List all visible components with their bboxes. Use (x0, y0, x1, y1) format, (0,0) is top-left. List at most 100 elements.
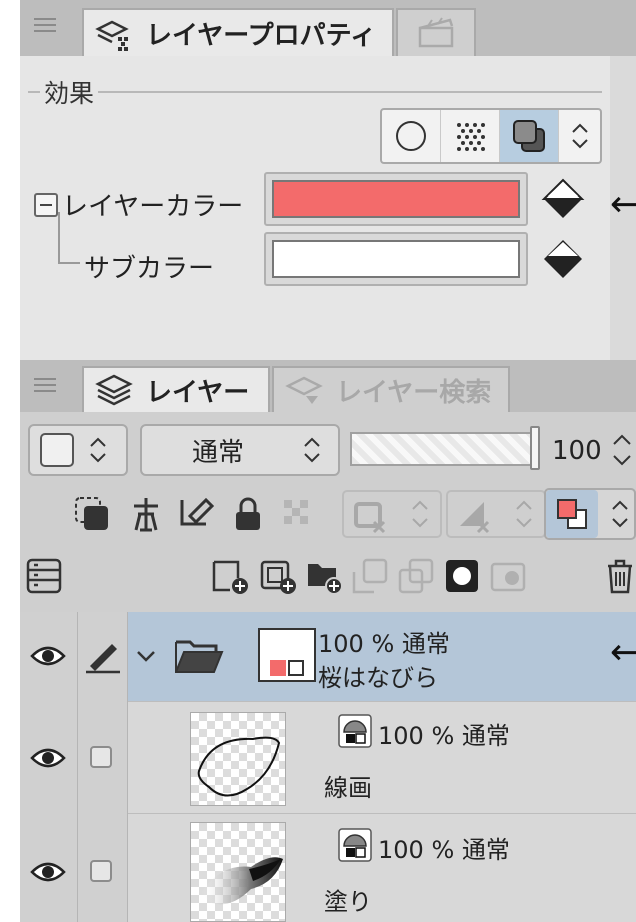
mask-enable-dropdown[interactable] (342, 490, 442, 538)
ruler-icon (460, 502, 490, 534)
lock-transparent-icon[interactable] (278, 494, 318, 534)
layer-blend-info: 100 % 通常 (378, 836, 510, 864)
layers-icon (95, 374, 133, 406)
expression-color-dropdown[interactable] (28, 424, 128, 476)
visibility-column (20, 702, 78, 814)
tab-layer-property-label: レイヤープロパティ (146, 20, 377, 51)
mask-icon (354, 502, 386, 534)
square-icon (40, 433, 74, 467)
edit-target-column (78, 814, 128, 922)
layer-search-icon (285, 376, 323, 404)
visibility-column (20, 612, 78, 702)
layer-tabbar: レイヤー レイヤー検索 (20, 360, 636, 412)
eye-icon[interactable] (30, 858, 66, 886)
layer-blend-info: 100 % 通常 (318, 630, 450, 658)
fill-bucket-icon[interactable] (540, 176, 586, 222)
sub-color-label: サブカラー (84, 254, 215, 284)
opacity-slider-track[interactable] (350, 432, 540, 466)
sub-color-swatch[interactable] (272, 240, 520, 278)
edit-target-column (78, 702, 128, 814)
tab-layer[interactable]: レイヤー (82, 366, 270, 412)
raster-layer-icon (338, 714, 372, 748)
layer-list-icon[interactable] (24, 556, 64, 596)
panel-menu-icon[interactable] (34, 374, 56, 396)
layer-color-toggle[interactable] (544, 488, 636, 540)
layer-color-swatch[interactable] (272, 180, 520, 218)
eye-icon[interactable] (30, 744, 66, 772)
ruler-enable-dropdown[interactable] (446, 490, 546, 538)
tab-layer-property[interactable]: レイヤープロパティ (82, 8, 394, 56)
layer-row-line-art[interactable]: 100 % 通常 線画 (20, 702, 636, 814)
merge-down-icon[interactable] (396, 556, 436, 596)
sub-color-chip (288, 660, 304, 676)
draft-layer-icon[interactable] (176, 494, 216, 534)
pencil-icon[interactable] (84, 638, 122, 674)
clip-to-layer-below-icon[interactable] (72, 494, 112, 534)
layer-color-effect-icon (513, 120, 546, 152)
panel-menu-icon[interactable] (34, 14, 56, 36)
new-folder-icon[interactable] (304, 556, 344, 596)
opacity-value[interactable]: 100 (552, 436, 602, 466)
eye-icon[interactable] (30, 642, 66, 670)
layer-color-label: レイヤーカラー (62, 192, 244, 222)
effect-more-button[interactable] (559, 110, 600, 162)
layer-blend-info: 100 % 通常 (378, 722, 510, 750)
up-down-chevron-icon (516, 500, 532, 528)
effect-section-title: 効果 (40, 74, 99, 110)
new-vector-layer-icon[interactable] (258, 556, 298, 596)
create-mask-icon[interactable] (442, 556, 482, 596)
annotation-arrow: ← (610, 184, 636, 225)
annotation-arrow: ← (610, 632, 636, 673)
folder-thumbnail (258, 628, 316, 682)
reference-layer-icon[interactable] (126, 494, 166, 534)
up-down-chevron-icon (90, 437, 106, 463)
layer-property-icon (95, 20, 129, 51)
opacity-stepper[interactable] (610, 428, 634, 472)
raster-layer-icon (338, 828, 372, 862)
sub-color-row: サブカラー (84, 248, 214, 285)
edit-target-column (78, 612, 128, 702)
transfer-to-lower-icon[interactable] (350, 556, 390, 596)
visibility-column (20, 814, 78, 922)
effect-none-button[interactable] (382, 110, 442, 162)
opacity-slider-handle[interactable] (530, 426, 540, 470)
chevron-down-icon[interactable] (134, 642, 158, 670)
up-down-chevron-icon (612, 500, 628, 528)
trash-icon[interactable] (600, 556, 636, 596)
layer-color-chip (270, 660, 286, 676)
halftone-icon (457, 123, 486, 151)
new-raster-layer-icon[interactable] (210, 556, 250, 596)
layer-color-swatch-frame[interactable] (264, 172, 528, 226)
up-down-chevron-icon (571, 123, 588, 149)
layer-content[interactable]: 100 % 通常 線画 (128, 702, 636, 814)
select-checkbox[interactable] (90, 746, 112, 768)
collapse-toggle[interactable] (34, 192, 58, 217)
apply-mask-icon[interactable] (488, 556, 528, 596)
layer-row-fill[interactable]: 100 % 通常 塗り (20, 814, 636, 922)
layer-content[interactable]: 100 % 通常 塗り (128, 814, 636, 922)
fill-preview (201, 857, 283, 905)
layer-name: 塗り (324, 888, 372, 916)
lock-icon[interactable] (228, 494, 268, 534)
layer-color-icon (557, 499, 587, 529)
select-checkbox[interactable] (90, 860, 112, 882)
layer-row-folder[interactable]: 100 % 通常 桜はなびら ← (20, 612, 636, 702)
effect-layer-color-button[interactable] (500, 110, 560, 162)
line-art-preview (197, 736, 281, 797)
layer-thumbnail (190, 712, 286, 806)
layer-name: 桜はなびら (318, 664, 438, 692)
folder-open-icon (175, 640, 224, 673)
effect-tone-button[interactable] (441, 110, 501, 162)
tab-layer-search[interactable]: レイヤー検索 (272, 366, 510, 412)
tab-animation[interactable] (396, 8, 476, 56)
fill-bucket-icon[interactable] (540, 236, 586, 282)
tree-connector-horizontal (58, 262, 80, 264)
sub-color-swatch-frame[interactable] (264, 232, 528, 286)
up-down-chevron-icon (304, 437, 320, 463)
tree-connector (58, 212, 60, 262)
section-divider (28, 91, 602, 93)
blend-mode-dropdown[interactable]: 通常 (140, 424, 340, 476)
layer-content[interactable]: 100 % 通常 桜はなびら ← (128, 612, 636, 702)
clapperboard-icon (418, 17, 454, 48)
tab-layer-label: レイヤー (146, 377, 250, 408)
